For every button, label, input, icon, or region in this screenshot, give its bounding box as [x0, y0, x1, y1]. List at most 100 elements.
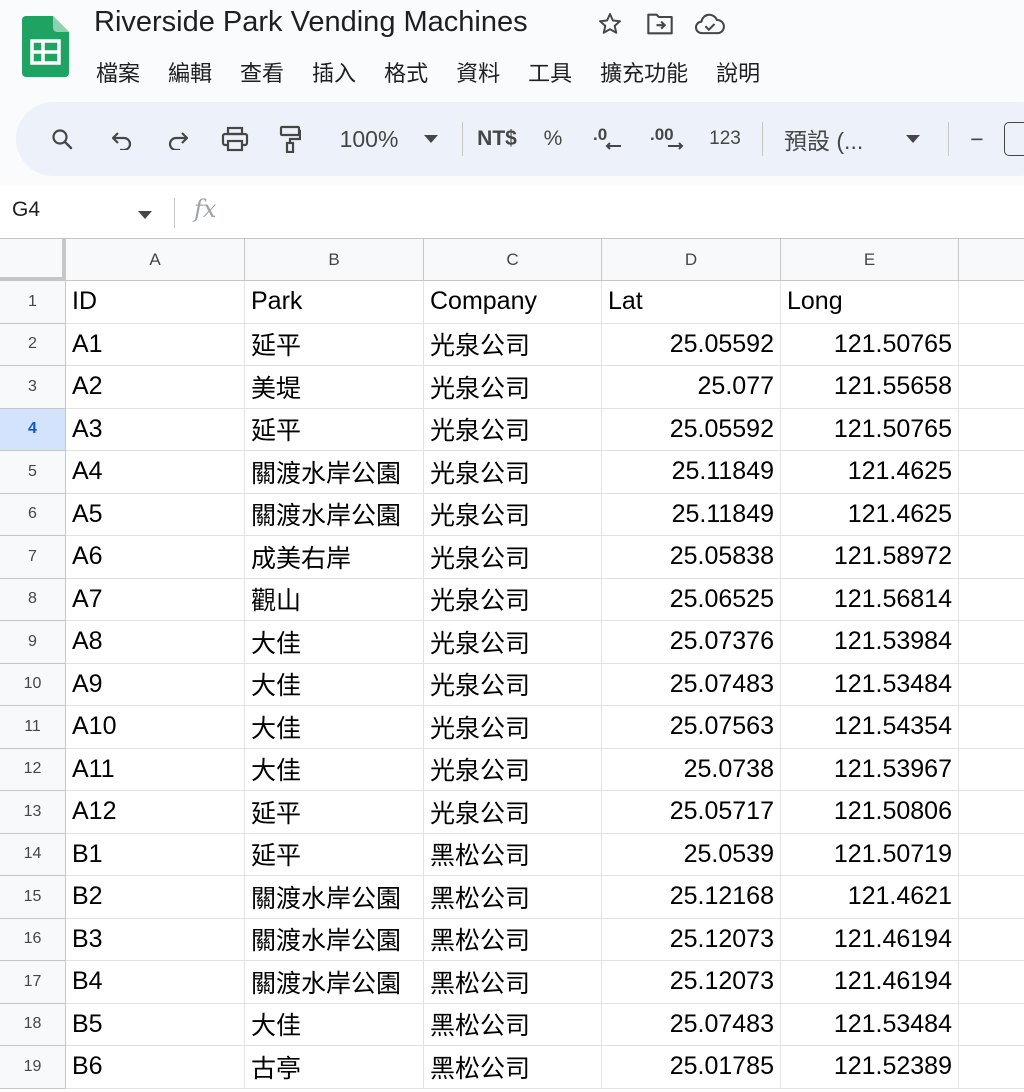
document-title[interactable]: Riverside Park Vending Machines — [94, 6, 528, 39]
column-header-d[interactable]: D — [602, 239, 781, 281]
cell-d7[interactable]: 25.05838 — [602, 536, 781, 579]
cell-d6[interactable]: 25.11849 — [602, 493, 781, 536]
row-header-1[interactable]: 1 — [0, 281, 66, 324]
cell-empty[interactable] — [959, 1046, 1024, 1089]
cell-a4[interactable]: A3 — [66, 408, 245, 451]
cell-d11[interactable]: 25.07563 — [602, 706, 781, 749]
name-box[interactable]: G4 — [12, 198, 40, 222]
cloud-saved-icon[interactable] — [694, 8, 726, 40]
row-header-4[interactable]: 4 — [0, 408, 66, 451]
cell-d13[interactable]: 25.05717 — [602, 791, 781, 834]
cell-e14[interactable]: 121.50719 — [781, 833, 959, 876]
zoom-select[interactable]: 100% — [334, 102, 404, 176]
cell-empty[interactable] — [959, 749, 1024, 791]
cell-b16[interactable]: 關渡水岸公園 — [245, 918, 424, 961]
cell-empty[interactable] — [959, 961, 1024, 1004]
cell-b12[interactable]: 大佳 — [245, 748, 424, 791]
row-header-9[interactable]: 9 — [0, 621, 66, 664]
cell-b4[interactable]: 延平 — [245, 408, 424, 451]
cell-d4[interactable]: 25.05592 — [602, 408, 781, 451]
menu-file[interactable]: 檔案 — [96, 56, 140, 88]
undo-icon[interactable] — [104, 102, 140, 176]
menu-help[interactable]: 說明 — [716, 56, 760, 88]
row-header-14[interactable]: 14 — [0, 833, 66, 876]
search-menus-icon[interactable] — [44, 102, 80, 176]
cell-e15[interactable]: 121.4621 — [781, 876, 959, 919]
row-header-2[interactable]: 2 — [0, 323, 66, 366]
row-header-10[interactable]: 10 — [0, 663, 66, 706]
column-header-b[interactable]: B — [245, 239, 424, 281]
select-all-corner[interactable] — [0, 239, 66, 281]
cell-c19[interactable]: 黑松公司 — [424, 1046, 602, 1089]
cell-b14[interactable]: 延平 — [245, 833, 424, 876]
cell-empty[interactable] — [959, 621, 1024, 664]
paint-format-icon[interactable] — [272, 102, 308, 176]
cell-d17[interactable]: 25.12073 — [602, 961, 781, 1004]
increase-decimal-button[interactable]: .00 — [646, 102, 690, 176]
cell-a17[interactable]: B4 — [66, 961, 245, 1004]
cell-c9[interactable]: 光泉公司 — [424, 621, 602, 664]
row-header-11[interactable]: 11 — [0, 706, 66, 749]
row-header-6[interactable]: 6 — [0, 493, 66, 536]
cell-a5[interactable]: A4 — [66, 451, 245, 494]
cell-b2[interactable]: 延平 — [245, 323, 424, 366]
menu-view[interactable]: 查看 — [240, 56, 284, 88]
cell-e17[interactable]: 121.46194 — [781, 961, 959, 1004]
column-header-e[interactable]: E — [781, 239, 959, 281]
format-as-currency-button[interactable]: NT$ — [472, 102, 522, 176]
cell-a1[interactable]: ID — [66, 281, 245, 324]
cell-c15[interactable]: 黑松公司 — [424, 876, 602, 919]
cell-e18[interactable]: 121.53484 — [781, 1003, 959, 1046]
column-header-a[interactable]: A — [66, 239, 245, 281]
cell-empty[interactable] — [959, 494, 1024, 536]
cell-empty[interactable] — [959, 579, 1024, 621]
cell-c6[interactable]: 光泉公司 — [424, 493, 602, 536]
formula-input[interactable] — [240, 198, 1010, 226]
cell-d10[interactable]: 25.07483 — [602, 663, 781, 706]
cell-a15[interactable]: B2 — [66, 876, 245, 919]
cell-e6[interactable]: 121.4625 — [781, 493, 959, 536]
row-header-8[interactable]: 8 — [0, 578, 66, 621]
cell-a13[interactable]: A12 — [66, 791, 245, 834]
cell-d16[interactable]: 25.12073 — [602, 918, 781, 961]
cell-b7[interactable]: 成美右岸 — [245, 536, 424, 579]
move-to-folder-icon[interactable] — [644, 8, 676, 40]
cell-empty[interactable] — [959, 919, 1024, 961]
cell-b9[interactable]: 大佳 — [245, 621, 424, 664]
cell-empty[interactable] — [959, 366, 1024, 409]
cell-d1[interactable]: Lat — [602, 281, 781, 324]
cell-b18[interactable]: 大佳 — [245, 1003, 424, 1046]
cell-d9[interactable]: 25.07376 — [602, 621, 781, 664]
cell-empty[interactable] — [959, 281, 1024, 324]
cell-c3[interactable]: 光泉公司 — [424, 366, 602, 409]
cell-a9[interactable]: A8 — [66, 621, 245, 664]
cell-e5[interactable]: 121.4625 — [781, 451, 959, 494]
cell-empty[interactable] — [959, 791, 1024, 834]
cell-d12[interactable]: 25.0738 — [602, 748, 781, 791]
cell-b8[interactable]: 觀山 — [245, 578, 424, 621]
font-select[interactable]: 預設 (... — [784, 102, 874, 176]
decrease-decimal-button[interactable]: .0 — [588, 102, 628, 176]
cell-c11[interactable]: 光泉公司 — [424, 706, 602, 749]
cell-c1[interactable]: Company — [424, 281, 602, 324]
cell-d19[interactable]: 25.01785 — [602, 1046, 781, 1089]
cell-c14[interactable]: 黑松公司 — [424, 833, 602, 876]
cell-d15[interactable]: 25.12168 — [602, 876, 781, 919]
name-box-dropdown-icon[interactable] — [138, 206, 152, 224]
cell-c10[interactable]: 光泉公司 — [424, 663, 602, 706]
cell-e1[interactable]: Long — [781, 281, 959, 324]
cell-d3[interactable]: 25.077 — [602, 366, 781, 409]
cell-a16[interactable]: B3 — [66, 918, 245, 961]
cell-b6[interactable]: 關渡水岸公園 — [245, 493, 424, 536]
cell-a7[interactable]: A6 — [66, 536, 245, 579]
cell-c7[interactable]: 光泉公司 — [424, 536, 602, 579]
menu-data[interactable]: 資料 — [456, 56, 500, 88]
cell-d18[interactable]: 25.07483 — [602, 1003, 781, 1046]
cell-b5[interactable]: 關渡水岸公園 — [245, 451, 424, 494]
cell-c2[interactable]: 光泉公司 — [424, 323, 602, 366]
font-size-input[interactable] — [1004, 102, 1024, 176]
cell-d2[interactable]: 25.05592 — [602, 323, 781, 366]
sheets-logo-icon[interactable] — [22, 16, 69, 77]
cell-e11[interactable]: 121.54354 — [781, 706, 959, 749]
cell-d5[interactable]: 25.11849 — [602, 451, 781, 494]
